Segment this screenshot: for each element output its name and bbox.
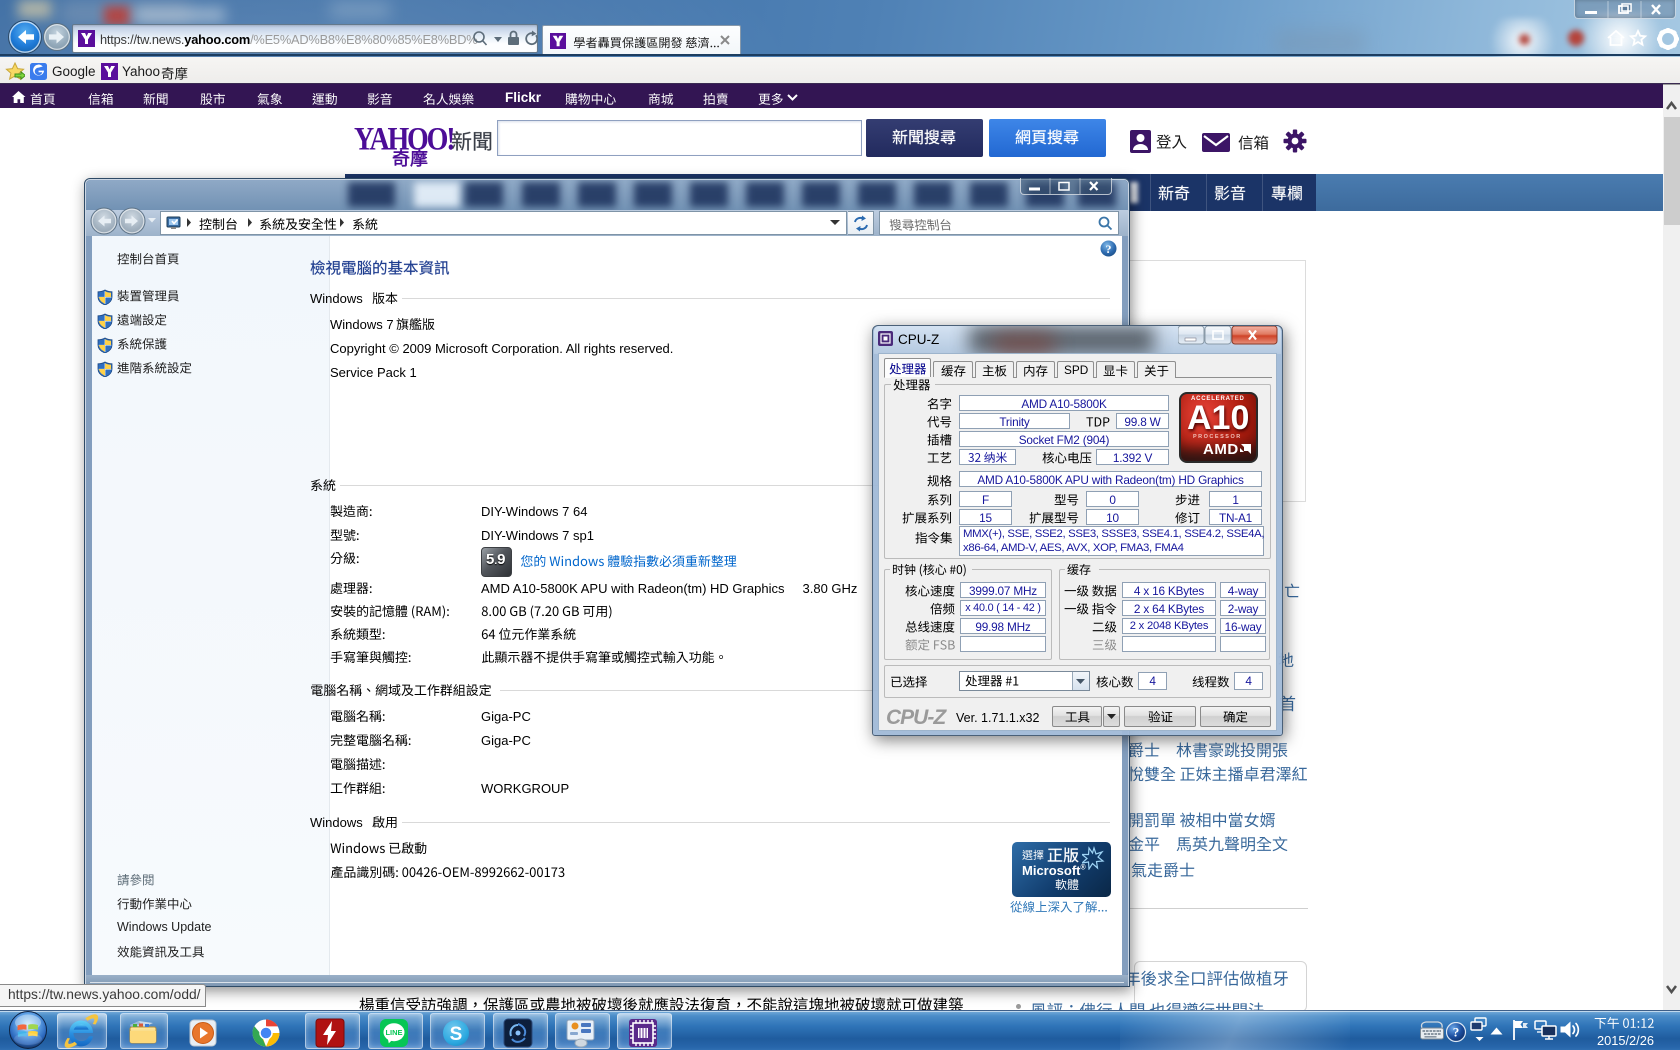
svg-text:?: ? [1453, 1025, 1460, 1040]
svg-text:LINE: LINE [385, 1028, 402, 1037]
svg-text:?: ? [1106, 242, 1112, 256]
svg-text:S: S [450, 1024, 463, 1045]
